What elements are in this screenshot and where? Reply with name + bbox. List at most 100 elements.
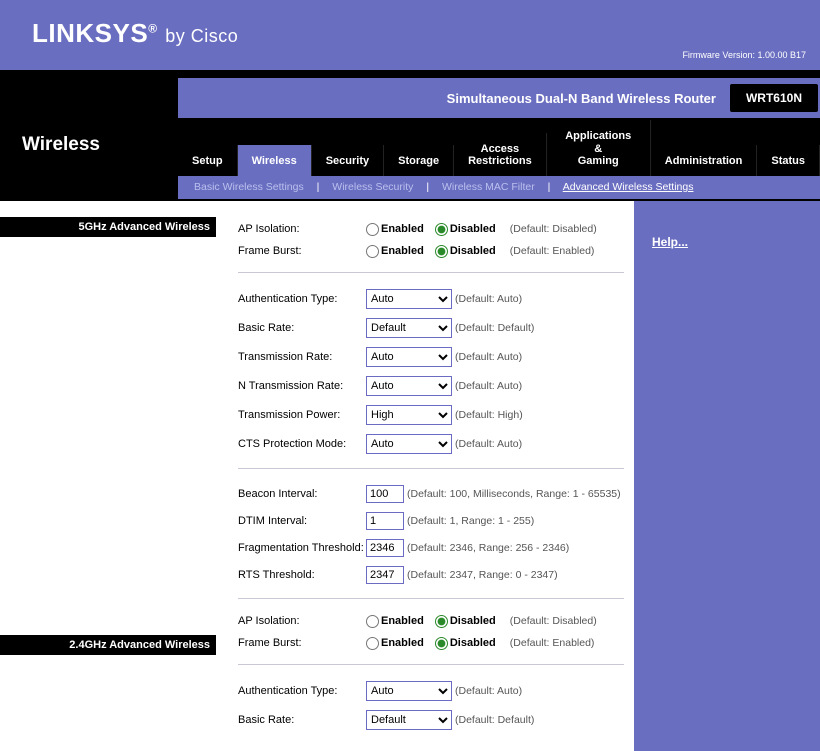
content-area: 5GHz Advanced Wireless 2.4GHz Advanced W… [0, 201, 820, 751]
radio-enabled[interactable]: Enabled [366, 637, 424, 649]
tab-wireless[interactable]: Wireless [238, 145, 312, 176]
radio-disabled[interactable]: Disabled [435, 637, 496, 649]
radio-disabled-input[interactable] [435, 637, 448, 650]
logo: LINKSYS® by Cisco [32, 18, 238, 49]
default-note: (Default: Default) [455, 714, 534, 726]
tab-storage[interactable]: Storage [384, 145, 454, 176]
label-basic-rate: Basic Rate: [238, 714, 366, 726]
tab-administration[interactable]: Administration [651, 145, 758, 176]
brand-header: LINKSYS® by Cisco Firmware Version: 1.00… [0, 0, 820, 70]
label-auth-type: Authentication Type: [238, 293, 366, 305]
radio-disabled[interactable]: Disabled [435, 615, 496, 627]
radio-enabled[interactable]: Enabled [366, 223, 424, 235]
tab-apps-gaming[interactable]: Applications & Gaming [547, 120, 651, 176]
default-note: (Default: Disabled) [510, 615, 597, 627]
label-cts-mode: CTS Protection Mode: [238, 438, 366, 450]
row-cts-mode-5: CTS Protection Mode: Auto (Default: Auto… [238, 434, 624, 454]
default-note: (Default: 2346, Range: 256 - 2346) [407, 542, 569, 554]
select-cts-mode-5[interactable]: Auto [366, 434, 452, 454]
divider [238, 272, 624, 273]
select-auth-type-24[interactable]: Auto [366, 681, 452, 701]
tab-setup[interactable]: Setup [178, 145, 238, 176]
label-ap-isolation: AP Isolation: [238, 615, 366, 627]
help-link[interactable]: Help... [652, 235, 688, 249]
subtab-sep: | [317, 181, 320, 193]
subtab-sep: | [548, 181, 551, 193]
row-rts-5: RTS Threshold: (Default: 2347, Range: 0 … [238, 566, 624, 584]
subtab-advanced[interactable]: Advanced Wireless Settings [563, 181, 694, 193]
row-ap-isolation-24: AP Isolation: Enabled Disabled (Default:… [238, 615, 624, 628]
radio-frame-burst-5: Enabled Disabled (Default: Enabled) [366, 245, 594, 258]
radio-disabled[interactable]: Disabled [435, 245, 496, 257]
main-tabs: Setup Wireless Security Storage Access R… [178, 120, 820, 176]
tab-security[interactable]: Security [312, 145, 384, 176]
spacer [0, 237, 216, 617]
label-dtim: DTIM Interval: [238, 515, 366, 527]
section-24ghz-label: 2.4GHz Advanced Wireless [0, 635, 216, 655]
subtab-mac-filter[interactable]: Wireless MAC Filter [442, 181, 535, 193]
row-ap-isolation-5: AP Isolation: Enabled Disabled (Default:… [238, 223, 624, 236]
row-basic-rate-24: Basic Rate: Default (Default: Default) [238, 710, 624, 730]
subtab-basic[interactable]: Basic Wireless Settings [194, 181, 304, 193]
label-frame-burst: Frame Burst: [238, 245, 366, 257]
row-beacon-5: Beacon Interval: (Default: 100, Millisec… [238, 485, 624, 503]
firmware-version: Firmware Version: 1.00.00 B17 [682, 50, 806, 60]
input-rts-5[interactable] [366, 566, 404, 584]
radio-enabled-input[interactable] [366, 637, 379, 650]
input-dtim-5[interactable] [366, 512, 404, 530]
main-nav-row: Wireless Setup Wireless Security Storage… [0, 118, 820, 176]
radio-enabled-input[interactable] [366, 615, 379, 628]
row-frame-burst-24: Frame Burst: Enabled Disabled (Default: … [238, 637, 624, 650]
tab-access-restrictions[interactable]: Access Restrictions [454, 133, 547, 176]
section-5ghz-label: 5GHz Advanced Wireless [0, 217, 216, 237]
default-note: (Default: Auto) [455, 685, 522, 697]
help-column: Help... [636, 201, 820, 751]
divider [238, 598, 624, 599]
row-auth-type-24: Authentication Type: Auto (Default: Auto… [238, 681, 624, 701]
input-frag-5[interactable] [366, 539, 404, 557]
row-frame-burst-5: Frame Burst: Enabled Disabled (Default: … [238, 245, 624, 258]
left-column: 5GHz Advanced Wireless 2.4GHz Advanced W… [0, 201, 216, 751]
product-title-right: Simultaneous Dual-N Band Wireless Router… [178, 78, 820, 118]
radio-disabled[interactable]: Disabled [435, 223, 496, 235]
label-ap-isolation: AP Isolation: [238, 223, 366, 235]
page-title: Wireless [0, 120, 178, 176]
model-number: WRT610N [730, 84, 818, 112]
radio-enabled-input[interactable] [366, 223, 379, 236]
subtab-security[interactable]: Wireless Security [332, 181, 413, 193]
select-basic-rate-5[interactable]: Default [366, 318, 452, 338]
divider [238, 664, 624, 665]
divider [238, 468, 624, 469]
default-note: (Default: 2347, Range: 0 - 2347) [407, 569, 558, 581]
default-note: (Default: High) [455, 409, 523, 421]
row-auth-type-5: Authentication Type: Auto (Default: Auto… [238, 289, 624, 309]
row-dtim-5: DTIM Interval: (Default: 1, Range: 1 - 2… [238, 512, 624, 530]
logo-reg: ® [148, 21, 157, 35]
product-name: Simultaneous Dual-N Band Wireless Router [447, 91, 730, 106]
select-tx-power-5[interactable]: High [366, 405, 452, 425]
radio-enabled[interactable]: Enabled [366, 245, 424, 257]
radio-enabled-input[interactable] [366, 245, 379, 258]
title-spacer [0, 78, 178, 118]
radio-disabled-input[interactable] [435, 615, 448, 628]
radio-disabled-input[interactable] [435, 245, 448, 258]
radio-disabled-input[interactable] [435, 223, 448, 236]
label-auth-type: Authentication Type: [238, 685, 366, 697]
radio-enabled[interactable]: Enabled [366, 615, 424, 627]
select-n-tx-rate-5[interactable]: Auto [366, 376, 452, 396]
tab-status[interactable]: Status [757, 145, 820, 176]
radio-ap-isolation-5: Enabled Disabled (Default: Disabled) [366, 223, 597, 236]
row-basic-rate-5: Basic Rate: Default (Default: Default) [238, 318, 624, 338]
select-tx-rate-5[interactable]: Auto [366, 347, 452, 367]
default-note: (Default: Auto) [455, 438, 522, 450]
select-auth-type-5[interactable]: Auto [366, 289, 452, 309]
input-beacon-5[interactable] [366, 485, 404, 503]
subtab-sep: | [426, 181, 429, 193]
select-basic-rate-24[interactable]: Default [366, 710, 452, 730]
logo-name: LINKSYS [32, 18, 148, 48]
form-column: AP Isolation: Enabled Disabled (Default:… [216, 201, 636, 751]
default-note: (Default: Auto) [455, 351, 522, 363]
default-note: (Default: Disabled) [510, 223, 597, 235]
sub-tabs: Basic Wireless Settings | Wireless Secur… [178, 176, 820, 199]
row-n-tx-rate-5: N Transmission Rate: Auto (Default: Auto… [238, 376, 624, 396]
